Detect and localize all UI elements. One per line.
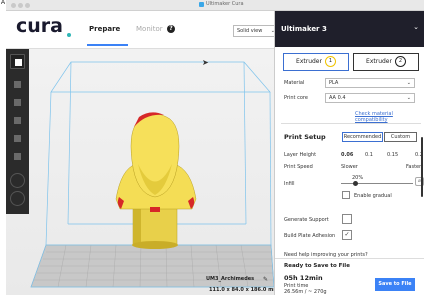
chevron-down-icon: ⌄	[406, 95, 411, 101]
divider	[281, 123, 421, 124]
material-select[interactable]: PLA ⌄	[325, 78, 415, 88]
cura-window: Ultimaker Cura cura Prepare Monitor ? So…	[6, 0, 424, 295]
minimize-window-button[interactable]	[18, 3, 23, 8]
print-speed-label: Print Speed	[284, 164, 313, 170]
infill-slider-knob[interactable]	[352, 181, 358, 186]
enable-gradual-label: Enable gradual	[354, 193, 392, 199]
move-tool-button[interactable]	[10, 77, 25, 92]
print-duration: 05h 12min	[284, 274, 323, 282]
layer-height-01[interactable]: 0.1	[365, 152, 373, 158]
tab-monitor[interactable]: Monitor	[136, 25, 163, 33]
object-dimensions: 111.0 x 84.0 x 186.0 mm	[209, 287, 279, 293]
scale-icon	[14, 99, 21, 106]
check-compatibility-link[interactable]: Check material compatibility	[355, 111, 424, 123]
build-volume-scene	[30, 61, 274, 288]
material-label: Material	[284, 80, 305, 86]
extruder-1-tab[interactable]: Extruder 1	[283, 53, 349, 71]
infill-value: 20%	[352, 175, 364, 181]
move-icon	[14, 81, 21, 88]
view-mode-value: Solid view	[237, 28, 263, 34]
material-usage: 26.56m / ~ 270g	[284, 289, 327, 295]
adhesion-label: Build Plate Adhesion	[284, 233, 336, 239]
monitor-info-icon: ?	[167, 25, 175, 33]
tab-prepare[interactable]: Prepare	[89, 25, 120, 33]
extruder-2-tab[interactable]: Extruder 2	[353, 53, 419, 71]
generate-support-label: Generate Support	[284, 217, 329, 223]
settings-panel: Ultimaker 3 ⌄ Extruder 1 Extruder 2 Materi…	[274, 11, 424, 295]
material-value: PLA	[329, 80, 339, 86]
layer-height-006[interactable]: 0.06	[341, 152, 353, 158]
print-core-value: AA 0.4	[329, 95, 346, 101]
scale-tool-button[interactable]	[10, 95, 25, 110]
adhesion-checkbox[interactable]: ✓	[342, 230, 352, 240]
panel-scrollbar[interactable]	[421, 137, 423, 197]
rotate-tool-button[interactable]	[10, 113, 25, 128]
extruder-2-selector[interactable]	[10, 191, 25, 206]
speed-slower-label: Slower	[341, 164, 358, 170]
active-tab-indicator	[87, 44, 128, 46]
extruder-1-number: 1	[324, 56, 336, 67]
chevron-down-icon: ⌄	[406, 80, 411, 86]
open-file-button[interactable]	[10, 54, 25, 69]
layer-height-015[interactable]: 0.15	[387, 152, 398, 158]
cura-logo: cura	[16, 15, 63, 37]
save-to-file-button[interactable]: Save to File	[375, 278, 415, 291]
infill-slider-track[interactable]	[341, 183, 413, 184]
rotate-icon	[14, 117, 21, 124]
mouse-cursor-icon: ➤	[202, 58, 209, 67]
per-model-settings-button[interactable]	[10, 149, 25, 164]
printer-header[interactable]: Ultimaker 3 ⌄	[275, 11, 424, 47]
speed-faster-label: Faster	[406, 164, 422, 170]
printer-name: Ultimaker 3	[281, 25, 327, 33]
ready-title: Ready to Save to File	[284, 263, 350, 269]
figure-label: A	[1, 0, 6, 6]
chevron-down-icon: ⌄	[413, 23, 419, 31]
custom-mode-button[interactable]: Custom	[384, 132, 417, 142]
zoom-window-button[interactable]	[25, 3, 30, 8]
logo-dot	[67, 33, 71, 37]
3d-viewport[interactable]: ➤	[6, 49, 274, 295]
extruder-1-label: Extruder	[296, 58, 322, 65]
close-window-button[interactable]	[11, 3, 16, 8]
extruder-2-label: Extruder	[366, 58, 392, 65]
archimedes-model	[115, 112, 197, 249]
settings-icon	[14, 153, 21, 160]
recommended-mode-button[interactable]: Recommended	[342, 132, 383, 142]
title-bar: Ultimaker Cura	[6, 0, 424, 11]
folder-icon	[15, 59, 22, 66]
print-setup-title: Print Setup	[284, 133, 326, 141]
extruder-2-number: 2	[394, 56, 406, 67]
left-toolbar	[6, 49, 29, 214]
infill-label: Infill	[284, 181, 295, 187]
object-name: UM3_Archimedes	[206, 276, 255, 282]
print-core-select[interactable]: AA 0.4 ⌄	[325, 93, 415, 103]
pencil-icon[interactable]: ✎	[263, 276, 268, 283]
extruder-1-selector[interactable]	[10, 173, 25, 188]
cura-app-icon	[199, 2, 204, 7]
print-core-label: Print core	[284, 95, 308, 101]
view-mode-select[interactable]: Solid view ⌄	[233, 25, 279, 37]
layer-height-label: Layer Height	[284, 152, 317, 158]
window-title: Ultimaker Cura	[206, 1, 244, 7]
mirror-icon	[14, 135, 21, 142]
main-toolbar: cura Prepare Monitor ? Solid view ⌄	[6, 11, 279, 49]
mirror-tool-button[interactable]	[10, 131, 25, 146]
enable-gradual-checkbox[interactable]	[342, 191, 350, 199]
generate-support-checkbox[interactable]	[342, 214, 352, 224]
